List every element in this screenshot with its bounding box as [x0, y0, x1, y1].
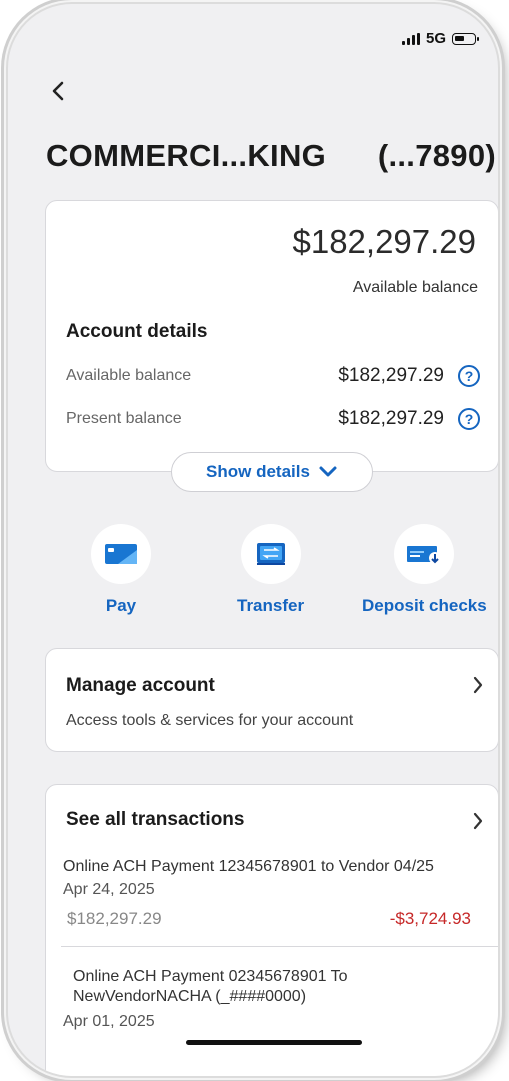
signal-icon: [401, 32, 420, 45]
row-label: Present balance: [66, 410, 182, 427]
available-balance-amount: $182,297.29: [292, 223, 476, 260]
status-bar: 5G: [401, 30, 479, 47]
deposit-checks-label: Deposit checks: [362, 596, 487, 615]
manage-account-subtitle: Access tools & services for your account: [66, 712, 354, 729]
manage-account-title: Manage account: [66, 675, 215, 696]
card-icon: [91, 524, 151, 584]
transfer-button[interactable]: Transfer: [237, 524, 304, 616]
transaction-item[interactable]: Online ACH Payment 12345678901 to Vendor…: [63, 857, 497, 929]
battery-icon: [452, 32, 479, 45]
chevron-down-icon: [319, 466, 337, 477]
available-balance-row: Available balance $182,297.29 ?: [66, 365, 480, 387]
transfer-icon: [240, 524, 301, 584]
phone-screen: 5G COMMERCI...KING (...7890) $182,297.29…: [8, 4, 498, 1076]
transaction-description: Online ACH Payment 02345678901 To NewVen…: [73, 968, 348, 1005]
transaction-description: Online ACH Payment 12345678901 to Vendor…: [63, 858, 434, 875]
transaction-date: Apr 01, 2025: [63, 1013, 155, 1030]
chevron-left-icon: [52, 81, 64, 101]
chevron-right-icon: [473, 676, 483, 694]
transaction-date: Apr 24, 2025: [63, 881, 155, 898]
quick-actions: Pay Transfer Deposit checks: [45, 524, 498, 624]
help-icon[interactable]: ?: [458, 408, 480, 430]
page-title: COMMERCI...KING (...7890): [46, 138, 496, 174]
pay-label: Pay: [105, 596, 137, 615]
present-balance-row: Present balance $182,297.29 ?: [66, 408, 480, 430]
transaction-running-balance: $182,297.29: [67, 909, 162, 928]
divider: [61, 946, 498, 947]
show-details-button[interactable]: Show details: [171, 452, 373, 492]
manage-account-card[interactable]: Manage account Access tools & services f…: [45, 648, 498, 752]
transaction-amounts: $182,297.29 -$3,724.93: [63, 909, 497, 929]
network-label: 5G: [425, 30, 446, 47]
home-indicator[interactable]: [186, 1040, 362, 1045]
deposit-checks-button[interactable]: Deposit checks: [362, 524, 487, 616]
chevron-right-icon[interactable]: [472, 811, 484, 831]
check-deposit-icon: [394, 524, 455, 584]
row-label: Available balance: [66, 367, 192, 384]
available-balance-label: Available balance: [352, 279, 478, 296]
transfer-label: Transfer: [237, 596, 305, 615]
row-value: $182,297.29: [338, 365, 444, 386]
transactions-card: See all transactions Online ACH Payment …: [45, 784, 498, 1076]
show-details-label: Show details: [206, 462, 310, 481]
see-all-transactions-link[interactable]: See all transactions: [66, 809, 244, 831]
back-button[interactable]: [50, 80, 66, 102]
account-number: (...7890): [377, 138, 496, 173]
account-name: COMMERCI...KING: [46, 138, 327, 173]
help-icon[interactable]: ?: [458, 365, 480, 387]
row-value: $182,297.29: [338, 408, 444, 429]
account-details-title: Account details: [66, 321, 208, 342]
transaction-item[interactable]: Online ACH Payment 02345678901 To NewVen…: [63, 967, 483, 1031]
transaction-amount: -$3,724.93: [389, 909, 471, 928]
balance-card: $182,297.29 Available balance Account de…: [45, 200, 498, 472]
pay-button[interactable]: Pay: [91, 524, 151, 616]
